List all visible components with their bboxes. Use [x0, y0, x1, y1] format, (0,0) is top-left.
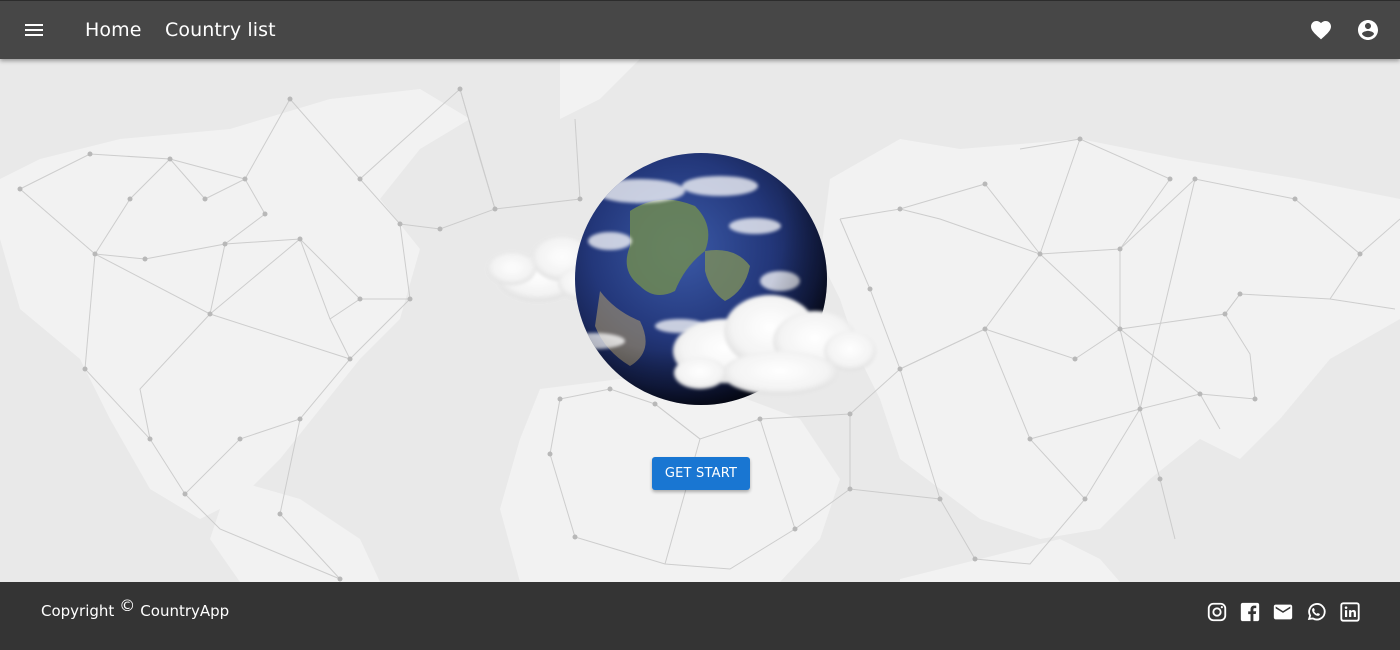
account-circle-icon[interactable]: [1356, 18, 1380, 42]
footer: Copyright © CountryApp: [0, 582, 1400, 650]
earth-globe-image: [480, 151, 880, 411]
hero-section: GET START: [0, 59, 1400, 582]
heart-icon[interactable]: [1309, 18, 1333, 42]
copyright-symbol: ©: [119, 596, 136, 615]
menu-icon[interactable]: [22, 18, 46, 42]
copyright-label: Copyright: [41, 602, 115, 620]
facebook-icon[interactable]: [1239, 601, 1261, 623]
nav-country-list-link[interactable]: Country list: [165, 16, 276, 44]
app-bar: Home Country list: [0, 0, 1400, 59]
nav-home-link[interactable]: Home: [85, 16, 142, 44]
get-start-button[interactable]: GET START: [652, 457, 750, 490]
copyright-text: Copyright © CountryApp: [41, 596, 230, 621]
linkedin-icon[interactable]: [1339, 601, 1361, 623]
instagram-icon[interactable]: [1206, 601, 1228, 623]
email-icon[interactable]: [1272, 601, 1294, 623]
brand-name: CountryApp: [140, 602, 230, 620]
whatsapp-icon[interactable]: [1305, 601, 1327, 623]
